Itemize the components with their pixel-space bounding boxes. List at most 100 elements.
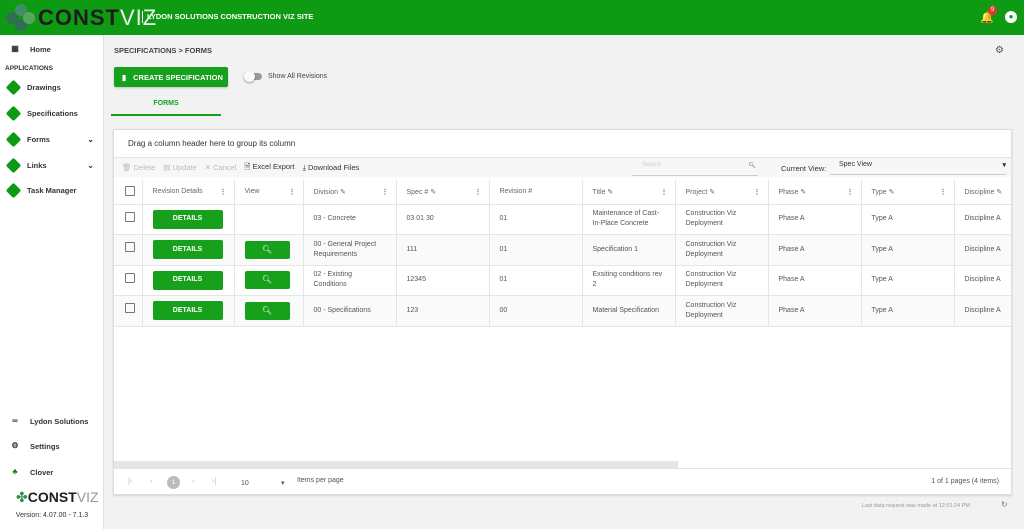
last-page-icon[interactable]: ›| (212, 478, 216, 485)
cell-discipline: Discipline A (954, 295, 1011, 327)
caret-down-icon[interactable]: ▾ (281, 479, 285, 487)
row-checkbox[interactable] (114, 234, 143, 266)
details-button[interactable]: DETAILS (152, 270, 223, 290)
view-search-icon[interactable]: 🔍︎ (244, 301, 290, 320)
pager: |‹ ‹ 1 › ›| 10 ▾ Items per page 1 of 1 p… (114, 468, 1011, 494)
sidebar-item-drawings[interactable]: Drawings (5, 79, 98, 96)
sidebar-item-links[interactable]: Links ⌄ (5, 157, 98, 174)
column-header[interactable]: Revision Details ⋮ (142, 180, 235, 205)
refresh-icon[interactable]: ↻ (1001, 500, 1008, 509)
chevron-down-icon[interactable]: ⌄ (87, 135, 94, 144)
column-title: Division (313, 188, 339, 196)
search-input[interactable]: Search 🔍︎ (632, 162, 758, 176)
task-manager-icon (5, 182, 22, 199)
link-icon: ∞ (12, 416, 18, 425)
column-title: View (244, 188, 260, 196)
logo-icon (6, 4, 36, 32)
cell-revision: 01 (489, 204, 583, 235)
row-checkbox[interactable] (114, 265, 143, 296)
cell-spec: 111 (396, 234, 490, 266)
chevron-down-icon[interactable]: ⌄ (87, 161, 94, 170)
grid-toolbar: 🗑 Delete ▤ Update ✕ Cancel 🗎 Excel Expor… (114, 157, 1011, 177)
column-menu-icon[interactable]: ⋮ (220, 188, 227, 196)
horizontal-scrollbar[interactable] (114, 461, 678, 468)
sidebar-item-forms[interactable]: Forms ⌄ (5, 131, 98, 148)
prev-page-icon[interactable]: ‹ (150, 478, 152, 485)
sidebar-item-label: Links (27, 161, 47, 170)
column-menu-icon[interactable]: ⋮ (661, 188, 668, 196)
next-page-icon[interactable]: › (192, 478, 194, 485)
user-icon[interactable]: ● (1005, 11, 1017, 23)
column-header[interactable]: Spec # ✎ ⋮ (396, 180, 490, 205)
column-title: Revision # (499, 188, 533, 196)
tab-forms[interactable]: FORMS (111, 100, 221, 116)
sidebar-item-label: Forms (27, 135, 50, 144)
view-search-icon[interactable]: 🔍︎ (244, 271, 290, 290)
cell-project: Construction Viz Deployment (675, 265, 769, 296)
gear-icon[interactable]: ⚙ (995, 45, 1004, 56)
forms-grid: Drag a column header here to group its c… (113, 129, 1012, 495)
drawings-icon (5, 79, 22, 96)
settings-icon: ⚙ (11, 441, 19, 450)
cell-spec: 03 01 30 (396, 204, 490, 235)
site-title: LYDON SOLUTIONS CONSTRUCTION VIZ SITE (142, 11, 313, 23)
sidebar-item-specifications[interactable]: Specifications (5, 105, 98, 122)
column-header[interactable]: Project ✎ ⋮ (675, 180, 769, 205)
last-request-text: Last data request was made at 12:01:24 P… (862, 503, 970, 509)
column-menu-icon[interactable]: ⋮ (382, 188, 389, 196)
cancel-button[interactable]: ✕ Cancel (205, 163, 237, 172)
column-header[interactable]: Phase ✎ ⋮ (768, 180, 862, 205)
cell-type: Type A (861, 204, 955, 235)
page-size-select[interactable]: 10 (241, 480, 249, 487)
cell-division: 00 - General Project Requirements (303, 234, 397, 266)
excel-export-button[interactable]: 🗎 Excel Export (244, 161, 294, 174)
select-all-checkbox[interactable] (114, 180, 143, 205)
column-menu-icon[interactable]: ⋮ (754, 188, 761, 196)
cell-spec: 123 (396, 295, 490, 327)
view-cell: 🔍︎ (234, 295, 304, 327)
sidebar-item-task-manager[interactable]: Task Manager (5, 182, 98, 199)
sidebar-item-settings[interactable]: ⚙ Settings (8, 439, 98, 453)
sidebar-item-label: Settings (30, 441, 60, 451)
section-label: APPLICATIONS (5, 65, 53, 72)
column-menu-icon[interactable]: ⋮ (289, 188, 296, 196)
cell-division: 00 - Specifications (303, 295, 397, 327)
column-header[interactable]: Revision # (489, 180, 583, 205)
column-menu-icon[interactable]: ⋮ (940, 188, 947, 196)
details-button[interactable]: DETAILS (152, 240, 223, 260)
grid-table: Revision Details ⋮ View ⋮ Division ✎ ⋮ Spec # … (114, 180, 1011, 327)
first-page-icon[interactable]: |‹ (128, 478, 132, 485)
column-menu-icon[interactable]: ⋮ (847, 188, 854, 196)
details-button[interactable]: DETAILS (152, 209, 223, 229)
delete-button[interactable]: 🗑 Delete (122, 163, 155, 172)
column-title: Revision Details (152, 188, 203, 196)
details-button[interactable]: DETAILS (152, 301, 223, 321)
column-header[interactable]: Title ✎ ⋮ (582, 180, 676, 205)
edit-icon: ✎ (994, 188, 1003, 196)
create-specification-button[interactable]: ▮ CREATE SPECIFICATION (114, 67, 228, 87)
show-all-revisions-toggle[interactable] (244, 71, 262, 82)
row-checkbox[interactable] (114, 204, 143, 235)
cell-phase: Phase A (768, 295, 862, 327)
view-cell (234, 204, 304, 235)
column-header[interactable]: View ⋮ (234, 180, 304, 205)
update-button[interactable]: ▤ Update (163, 163, 196, 172)
constviz-logo[interactable]: CONSTVIZ (6, 4, 157, 32)
grid-icon: ▦ (11, 44, 19, 53)
column-header[interactable]: Division ✎ ⋮ (303, 180, 397, 205)
sidebar-item-lydon-solutions[interactable]: ∞ Lydon Solutions (8, 414, 98, 428)
cell-division: 03 - Concrete (303, 204, 397, 235)
column-header[interactable]: Type ✎ ⋮ (861, 180, 955, 205)
page-1-button[interactable]: 1 (167, 476, 180, 489)
sidebar-item-label: Home (30, 44, 51, 54)
cell-type: Type A (861, 295, 955, 327)
view-search-icon[interactable]: 🔍︎ (244, 240, 290, 259)
sidebar-item-home[interactable]: ▦ Home (8, 42, 98, 56)
row-checkbox[interactable] (114, 295, 143, 327)
column-menu-icon[interactable]: ⋮ (475, 188, 482, 196)
current-view-select[interactable]: Spec View ▾ (830, 161, 1006, 175)
button-label: CREATE SPECIFICATION (133, 72, 223, 82)
sidebar-item-clover[interactable]: ♣ Clover (8, 465, 98, 479)
column-header[interactable]: Discipline ✎ (954, 180, 1011, 205)
download-files-button[interactable]: ⤓ Download Files (303, 163, 360, 173)
